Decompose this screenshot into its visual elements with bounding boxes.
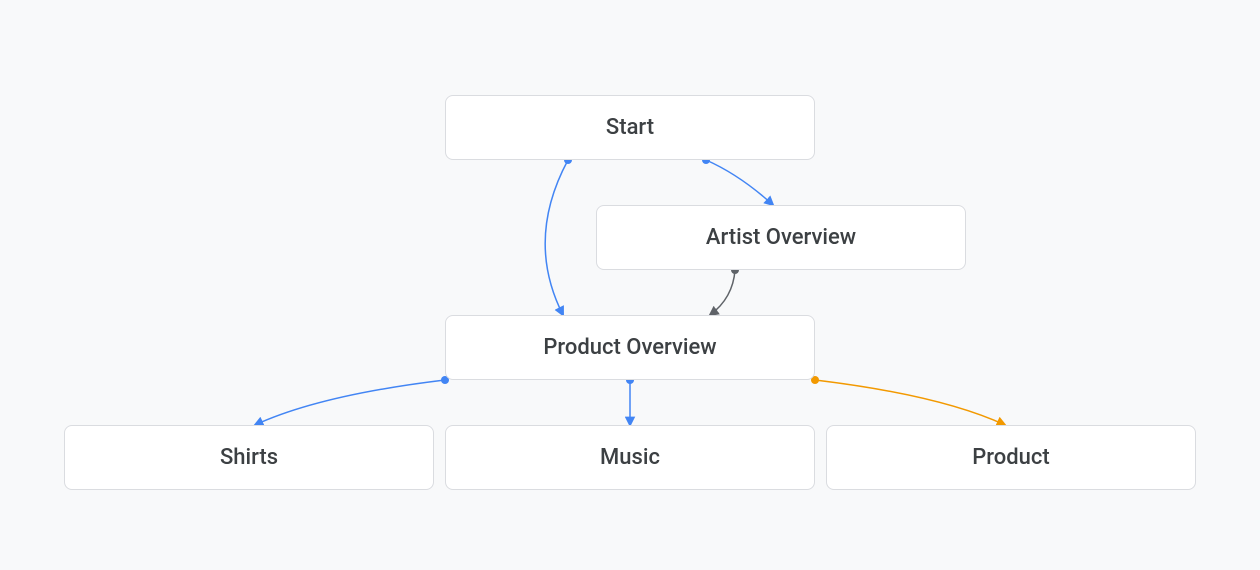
- node-shirts[interactable]: Shirts: [64, 425, 434, 490]
- node-label: Start: [606, 115, 654, 140]
- node-label: Shirts: [220, 445, 278, 470]
- node-start[interactable]: Start: [445, 95, 815, 160]
- node-label: Artist Overview: [706, 225, 856, 250]
- node-label: Product: [972, 445, 1049, 470]
- node-label: Product Overview: [543, 335, 716, 360]
- node-label: Music: [600, 445, 660, 470]
- node-product[interactable]: Product: [826, 425, 1196, 490]
- edge-start-to-product-overview: [545, 160, 568, 315]
- edge-product-overview-to-product: [815, 380, 1005, 425]
- edge-artist-to-product-overview: [710, 270, 735, 315]
- node-artist-overview[interactable]: Artist Overview: [596, 205, 966, 270]
- node-product-overview[interactable]: Product Overview: [445, 315, 815, 380]
- edge-start-to-artist: [706, 160, 773, 205]
- node-music[interactable]: Music: [445, 425, 815, 490]
- edge-product-overview-to-shirts: [255, 380, 445, 425]
